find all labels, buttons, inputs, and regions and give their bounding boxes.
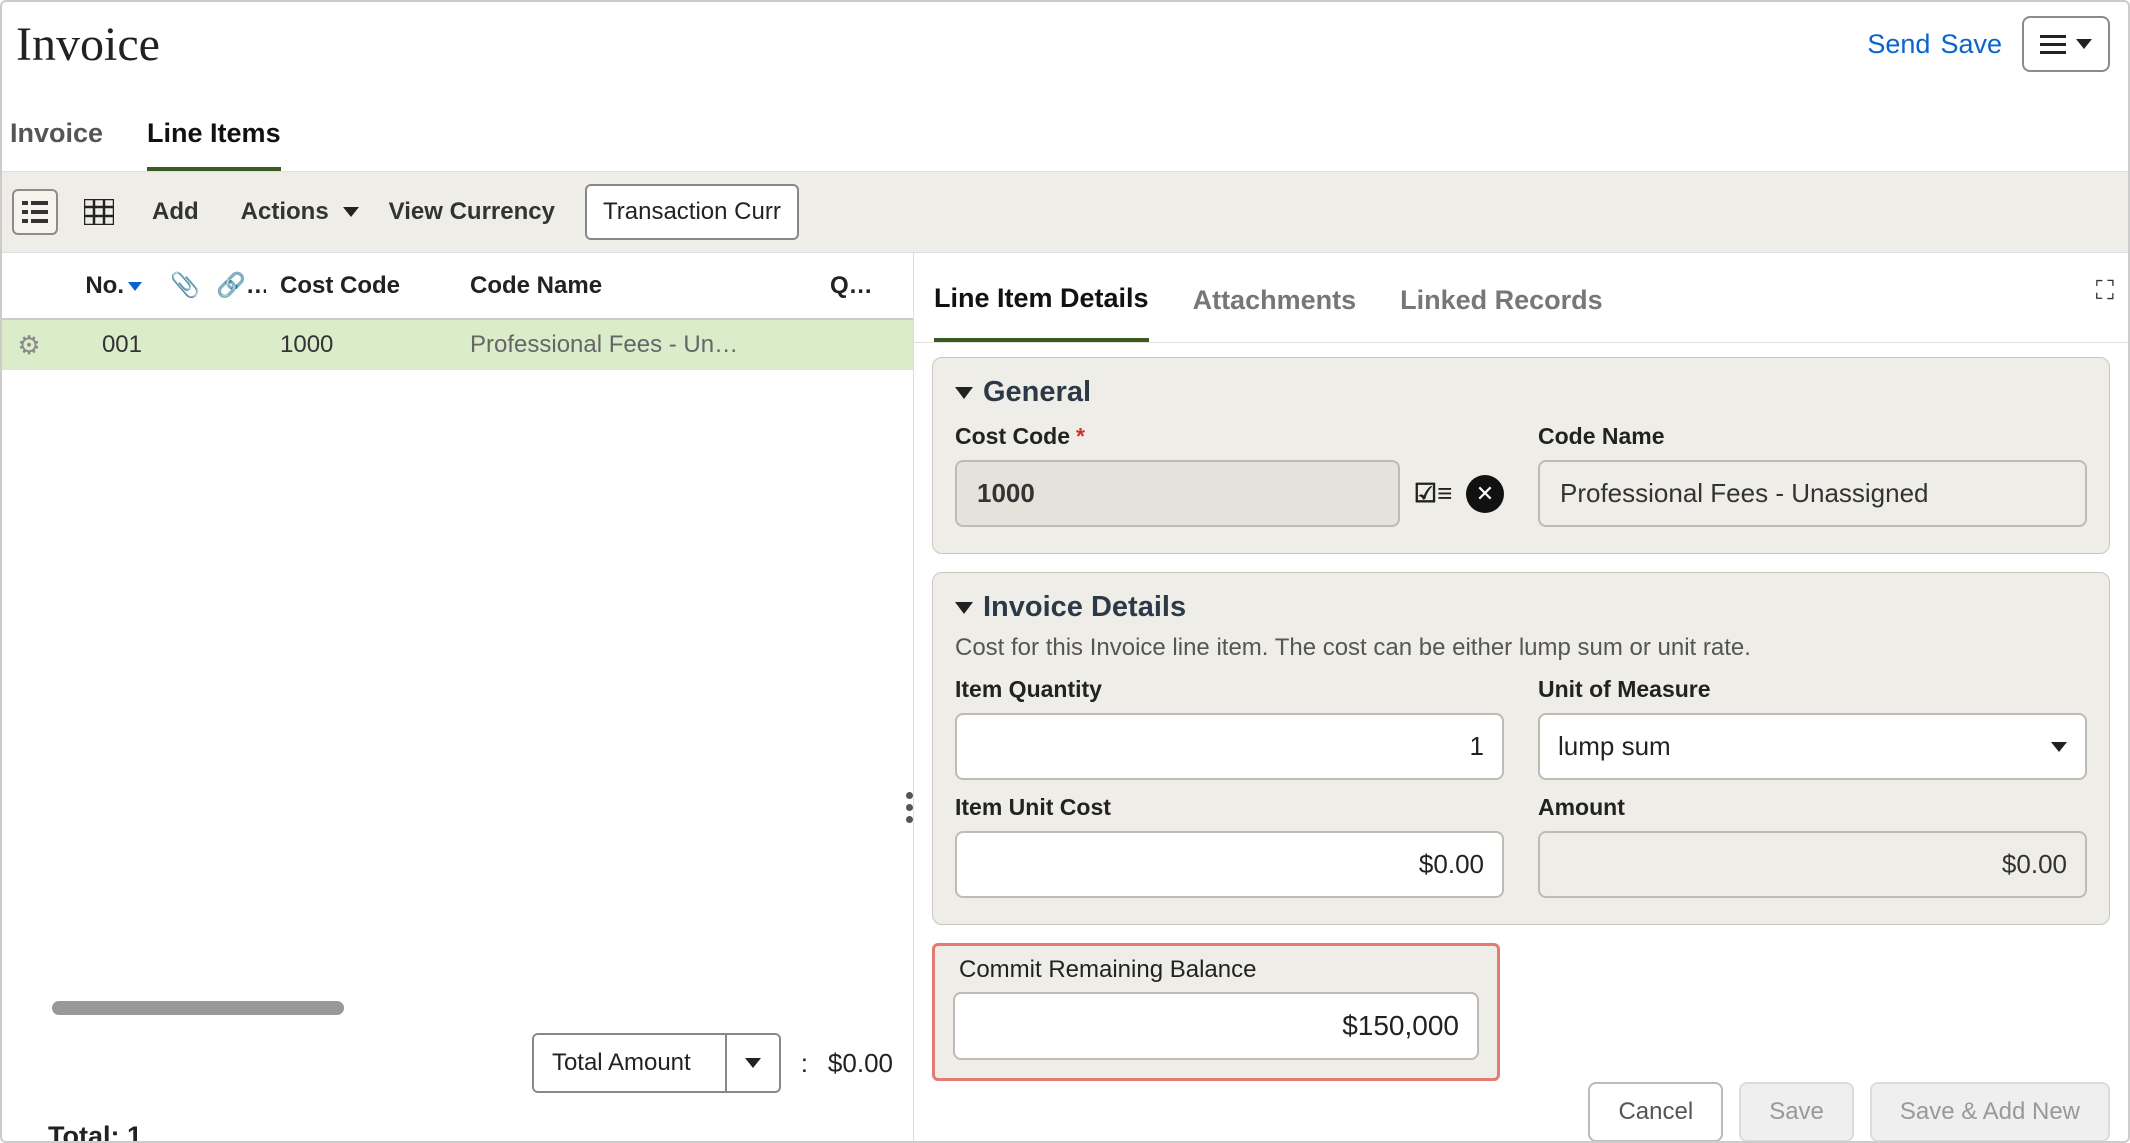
caret-down-icon: [343, 207, 359, 217]
tab-invoice[interactable]: Invoice: [10, 118, 103, 171]
tab-attachments[interactable]: Attachments: [1193, 285, 1357, 340]
gear-icon[interactable]: ⚙: [17, 330, 40, 360]
amount-value: $0.00: [1538, 831, 2087, 898]
cost-code-input[interactable]: 1000: [955, 460, 1400, 527]
cost-code-clear-button[interactable]: ✕: [1466, 475, 1504, 513]
total-rows-label: Total: 1: [2, 1103, 913, 1143]
horizontal-scrollbar[interactable]: [52, 1001, 863, 1015]
col-code-name[interactable]: Code Name: [456, 272, 816, 300]
commit-remaining-balance-input[interactable]: $150,000: [953, 992, 1479, 1060]
sort-desc-icon: [128, 282, 142, 291]
expand-pane-button[interactable]: ⛶: [2096, 275, 2114, 307]
send-link[interactable]: Send: [1867, 29, 1930, 60]
save-button[interactable]: Save: [1739, 1082, 1854, 1142]
chevron-down-icon: [955, 602, 973, 614]
list-view-icon: [22, 201, 48, 223]
col-no[interactable]: No.: [56, 272, 156, 300]
list-view-button[interactable]: [12, 189, 58, 235]
uom-select[interactable]: lump sum: [1538, 713, 2087, 780]
total-amount-label: Total Amount: [534, 1035, 725, 1091]
actions-dropdown[interactable]: Actions: [229, 192, 359, 232]
caret-down-icon: [745, 1058, 761, 1068]
cell-cost-code: 1000: [266, 331, 456, 359]
save-add-new-button[interactable]: Save & Add New: [1870, 1082, 2110, 1142]
uom-label: Unit of Measure: [1538, 676, 2087, 703]
tab-line-items[interactable]: Line Items: [147, 118, 281, 171]
amount-label: Amount: [1538, 794, 2087, 821]
invoice-details-desc: Cost for this Invoice line item. The cos…: [955, 634, 2087, 662]
cell-no: 001: [56, 331, 156, 359]
item-quantity-input[interactable]: 1: [955, 713, 1504, 780]
commit-remaining-balance-label: Commit Remaining Balance: [959, 956, 1479, 984]
cost-code-label: Cost Code*: [955, 423, 1504, 450]
col-attachments[interactable]: 📎: [156, 271, 202, 300]
total-colon: :: [801, 1048, 808, 1079]
close-icon: ✕: [1476, 481, 1494, 507]
grid-view-icon: [84, 199, 114, 225]
commit-remaining-balance-panel: Commit Remaining Balance $150,000: [932, 943, 1500, 1081]
caret-down-icon: [2051, 742, 2067, 752]
caret-down-icon: [2076, 39, 2092, 49]
cost-code-picker-button[interactable]: ☑≡: [1414, 475, 1452, 513]
cancel-button[interactable]: Cancel: [1588, 1082, 1723, 1142]
tab-linked-records[interactable]: Linked Records: [1400, 285, 1603, 340]
pane-resize-handle[interactable]: [906, 792, 913, 823]
total-amount-select[interactable]: Total Amount: [532, 1033, 781, 1093]
paperclip-icon: 📎: [170, 272, 202, 299]
chevron-down-icon: [955, 387, 973, 399]
page-title: Invoice: [16, 17, 160, 72]
code-name-label: Code Name: [1538, 423, 2087, 450]
tab-line-item-details[interactable]: Line Item Details: [934, 283, 1149, 342]
link-icon: 🔗…: [216, 272, 266, 299]
currency-select[interactable]: Transaction Curr: [585, 184, 799, 240]
col-quantity[interactable]: Qu: [816, 272, 876, 300]
actions-label: Actions: [229, 192, 333, 232]
grid-view-button[interactable]: [76, 189, 122, 235]
header-menu-button[interactable]: [2022, 16, 2110, 72]
total-amount-value: $0.00: [828, 1048, 893, 1079]
save-link[interactable]: Save: [1940, 29, 2002, 60]
hamburger-icon: [2040, 30, 2066, 59]
col-cost-code[interactable]: Cost Code: [266, 272, 456, 300]
item-quantity-label: Item Quantity: [955, 676, 1504, 703]
section-invoice-details-header[interactable]: Invoice Details: [955, 591, 2087, 624]
cell-code-name: Professional Fees - Un…: [456, 331, 816, 359]
view-currency-label: View Currency: [377, 192, 567, 232]
section-general-header[interactable]: General: [955, 376, 2087, 409]
table-row[interactable]: ⚙ 001 1000 Professional Fees - Un…: [2, 320, 913, 370]
item-unit-cost-label: Item Unit Cost: [955, 794, 1504, 821]
code-name-value: Professional Fees - Unassigned: [1538, 460, 2087, 527]
picker-icon: ☑≡: [1414, 478, 1452, 509]
add-button[interactable]: Add: [140, 192, 211, 232]
col-linked[interactable]: 🔗…: [202, 271, 266, 300]
item-unit-cost-input[interactable]: $0.00: [955, 831, 1504, 898]
